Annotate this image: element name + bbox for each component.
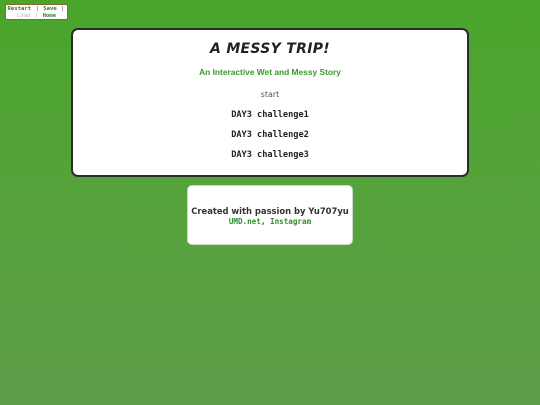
menu-separator: | — [35, 6, 39, 12]
links-separator: , — [260, 217, 266, 226]
start-link[interactable]: start — [73, 90, 467, 99]
story-menu-row-2: Load | Home — [6, 13, 67, 20]
passage-link-day3-challenge1[interactable]: DAY3 challenge1 — [73, 110, 467, 120]
credits-card: Created with passion by Yu707yu UMD.net,… — [187, 185, 353, 245]
story-menu-row-1: Restart | Save | — [6, 6, 67, 13]
save-link[interactable]: Save — [43, 6, 56, 12]
instagram-link[interactable]: Instagram — [270, 217, 311, 226]
story-passage-card: A MESSY TRIP! An Interactive Wet and Mes… — [71, 28, 469, 177]
menu-separator: | — [34, 13, 39, 20]
story-menu: Restart | Save | Load | Home — [5, 4, 68, 20]
story-subtitle: An Interactive Wet and Messy Story — [199, 67, 341, 77]
restart-link[interactable]: Restart — [8, 6, 32, 12]
umd-link[interactable]: UMD.net — [229, 217, 261, 226]
author-credit: Created with passion by Yu707yu — [191, 206, 349, 216]
social-links: UMD.net, Instagram — [188, 217, 352, 226]
load-link[interactable]: Load — [17, 13, 30, 19]
menu-separator: | — [61, 6, 65, 12]
passage-link-day3-challenge3[interactable]: DAY3 challenge3 — [73, 150, 467, 160]
home-link[interactable]: Home — [43, 13, 56, 19]
story-title: A MESSY TRIP! — [210, 41, 330, 57]
passage-link-day3-challenge2[interactable]: DAY3 challenge2 — [73, 130, 467, 140]
